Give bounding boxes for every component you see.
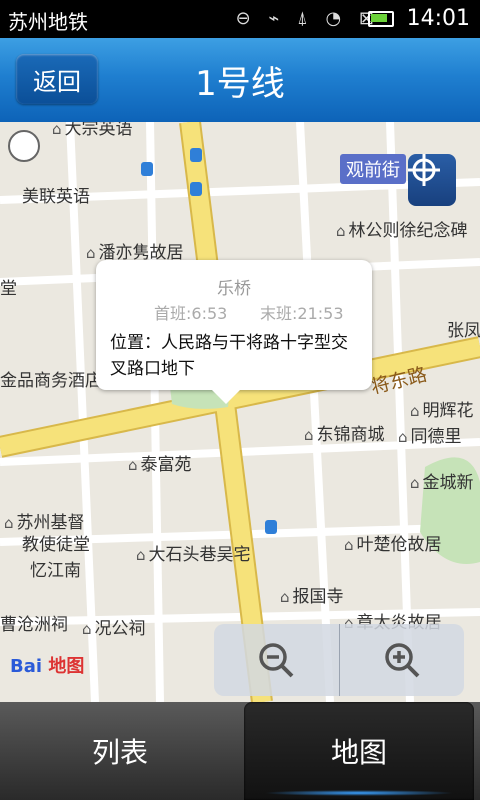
status-icons: ⊖ ⌁ ⍋ ◔ ⊠ bbox=[235, 8, 380, 29]
poi-label: 叶楚伧故居 bbox=[344, 530, 442, 555]
poi-label: 忆江南 bbox=[30, 561, 81, 581]
callout-first-train: 首班:6:53 bbox=[154, 304, 228, 323]
compass-icon[interactable] bbox=[8, 130, 40, 162]
bottom-tab-bar: 列表 地图 bbox=[0, 702, 480, 800]
bus-stop-icon[interactable] bbox=[190, 182, 202, 196]
poi-label: 教使徒堂 bbox=[22, 535, 90, 555]
poi-label: 明辉花 bbox=[410, 396, 474, 421]
poi-label: 美联英语 bbox=[22, 187, 90, 207]
zoom-out-icon bbox=[259, 643, 294, 678]
callout-position: 位置：人民路与干将路十字型交叉路口地下 bbox=[110, 333, 348, 379]
bus-stop-icon[interactable] bbox=[190, 148, 202, 162]
locate-button[interactable] bbox=[408, 154, 456, 206]
station-label[interactable]: 观前街 bbox=[340, 154, 406, 184]
zoom-in-button[interactable] bbox=[338, 624, 465, 696]
tab-map[interactable]: 地图 bbox=[244, 702, 474, 800]
page-title: 1号线 bbox=[195, 64, 285, 104]
bus-stop-icon[interactable] bbox=[141, 162, 153, 176]
poi-label: 大石头巷吴宅 bbox=[136, 540, 251, 565]
poi-label: 堂 bbox=[0, 279, 17, 299]
poi-label: 林公则徐纪念碑 bbox=[336, 216, 468, 241]
baidu-map-logo: Bai 地图 bbox=[10, 652, 84, 678]
callout-station-name: 乐桥 bbox=[217, 279, 251, 299]
zoom-in-icon bbox=[385, 643, 420, 678]
callout-last-train: 末班:21:53 bbox=[260, 304, 344, 323]
tab-list[interactable]: 列表 bbox=[0, 702, 240, 800]
bus-stop-icon[interactable] bbox=[265, 520, 277, 534]
map-view[interactable]: 大宗英语 美联英语 潘亦隽故居 堂 林公则徐纪念碑 张凤 金品商务酒店 将东路 … bbox=[0, 122, 480, 702]
poi-label: 金城新 bbox=[410, 468, 474, 493]
poi-label: 况公祠 bbox=[82, 614, 146, 639]
battery-icon bbox=[368, 11, 394, 27]
status-time: 14:01 bbox=[406, 6, 470, 31]
title-bar: 返回 1号线 bbox=[0, 38, 480, 122]
poi-label: 同德里 bbox=[398, 422, 462, 447]
poi-label: 曹沧洲祠 bbox=[0, 615, 68, 635]
logo-suffix: 地图 bbox=[48, 656, 85, 677]
poi-label: 金品商务酒店 bbox=[0, 371, 102, 391]
crosshair-icon bbox=[408, 154, 440, 186]
status-app-name: 苏州地铁 bbox=[8, 10, 88, 34]
station-callout[interactable]: 乐桥 首班:6:53 末班:21:53 位置：人民路与干将路十字型交叉路口地下 bbox=[96, 260, 372, 404]
status-bar: 苏州地铁 ⊖ ⌁ ⍋ ◔ ⊠ 14:01 bbox=[0, 0, 480, 38]
poi-label: 泰富苑 bbox=[128, 450, 192, 475]
zoom-out-button[interactable] bbox=[214, 624, 339, 696]
poi-label: 报国寺 bbox=[280, 582, 344, 607]
poi-label: 张凤 bbox=[447, 321, 480, 341]
logo-brand: Bai bbox=[10, 656, 43, 677]
poi-label: 东锦商城 bbox=[304, 420, 385, 445]
poi-label: 大宗英语 bbox=[52, 122, 133, 139]
zoom-control bbox=[214, 624, 464, 696]
